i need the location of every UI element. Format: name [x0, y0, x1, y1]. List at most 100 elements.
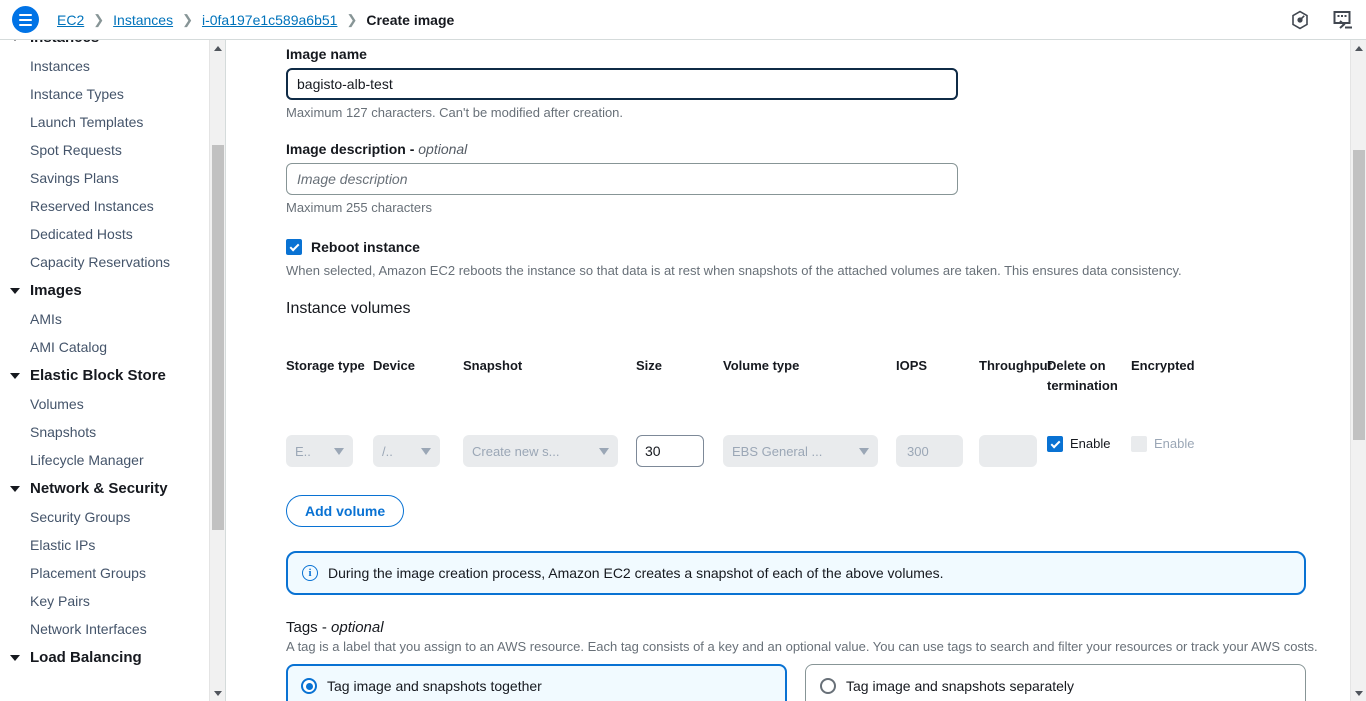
sidebar-section-label: Images — [30, 282, 82, 299]
main-scroll-up-arrow-icon[interactable] — [1351, 40, 1366, 56]
column-header-delete-on-termination: Delete on termination — [1047, 358, 1118, 393]
sidebar-item-volumes[interactable]: Volumes — [0, 390, 225, 418]
device-select[interactable]: /.. — [373, 435, 440, 467]
volume-size-input[interactable] — [636, 435, 704, 467]
sidebar-scroll-down-arrow-icon[interactable] — [210, 685, 225, 701]
sidebar-item-elastic-ips[interactable]: Elastic IPs — [0, 531, 225, 559]
sidebar-item-security-groups[interactable]: Security Groups — [0, 503, 225, 531]
caret-down-icon — [10, 485, 20, 492]
sidebar-item-instance-types[interactable]: Instance Types — [0, 80, 225, 108]
reboot-instance-checkbox[interactable] — [286, 239, 302, 255]
sidebar-section-elastic-block-store[interactable]: Elastic Block Store — [0, 361, 225, 390]
main-scroll-down-arrow-icon[interactable] — [1351, 685, 1366, 701]
delete-on-termination-cell[interactable]: Enable — [1047, 435, 1131, 452]
device-value: /.. — [382, 443, 393, 459]
sidebar-section-network-security[interactable]: Network & Security — [0, 474, 225, 503]
instance-volumes-table: Storage type Device Snapshot Size Volume… — [286, 356, 1316, 467]
column-header-volume-type: Volume type — [723, 358, 800, 373]
sidebar-item-instances[interactable]: Instances — [0, 52, 225, 80]
hamburger-bar — [19, 13, 32, 16]
tag-separately-option[interactable]: Tag image and snapshots separately Tag t… — [805, 664, 1306, 701]
info-alert-banner: i During the image creation process, Ama… — [286, 551, 1306, 595]
caret-down-icon — [10, 287, 20, 294]
sidebar-navigation: InstancesInstancesInstance TypesLaunch T… — [0, 40, 226, 701]
snapshot-select[interactable]: Create new s... — [463, 435, 618, 467]
column-header-snapshot: Snapshot — [463, 358, 523, 373]
chevron-down-icon — [599, 447, 609, 455]
sidebar-item-ami-catalog[interactable]: AMI Catalog — [0, 333, 225, 361]
sidebar-item-dedicated-hosts[interactable]: Dedicated Hosts — [0, 220, 225, 248]
image-name-input[interactable] — [286, 68, 958, 100]
tags-option-tiles: Tag image and snapshots together Tag the… — [286, 664, 1350, 701]
volume-type-select[interactable]: EBS General ... — [723, 435, 878, 467]
iops-value: 300 — [907, 443, 929, 459]
hamburger-menu-icon[interactable] — [12, 6, 39, 33]
sidebar-item-placement-groups[interactable]: Placement Groups — [0, 559, 225, 587]
tag-together-option[interactable]: Tag image and snapshots together Tag the… — [286, 664, 787, 701]
breadcrumb-item-ec2[interactable]: EC2 — [57, 12, 84, 28]
main-scrollbar[interactable] — [1350, 40, 1366, 701]
sidebar-scroll-up-arrow-icon[interactable] — [210, 40, 225, 56]
image-description-input[interactable] — [286, 163, 958, 195]
breadcrumb-separator-icon: ❯ — [182, 11, 193, 27]
image-name-label: Image name — [286, 46, 367, 62]
reboot-instance-group: Reboot instance When selected, Amazon EC… — [286, 238, 1350, 278]
reboot-instance-checkbox-row[interactable]: Reboot instance — [286, 238, 1350, 256]
sidebar-scrollbar[interactable] — [209, 40, 225, 701]
sidebar-section-images[interactable]: Images — [0, 276, 225, 305]
chevron-down-icon — [421, 447, 431, 455]
image-description-hint: Maximum 255 characters — [286, 200, 432, 215]
caret-down-icon — [10, 654, 20, 661]
sidebar-section-load-balancing[interactable]: Load Balancing — [0, 643, 225, 672]
cloudshell-icon[interactable] — [1290, 10, 1310, 30]
reboot-instance-description: When selected, Amazon EC2 reboots the in… — [286, 263, 1182, 278]
sidebar-scrollbar-thumb[interactable] — [212, 145, 224, 530]
sidebar-item-launch-templates[interactable]: Launch Templates — [0, 108, 225, 136]
sidebar-item-network-interfaces[interactable]: Network Interfaces — [0, 615, 225, 643]
add-volume-button[interactable]: Add volume — [286, 495, 405, 527]
sidebar-item-capacity-reservations[interactable]: Capacity Reservations — [0, 248, 225, 276]
instance-volumes-section: Instance volumes Storage type Device Sna… — [286, 300, 1350, 595]
sidebar-item-amis[interactable]: AMIs — [0, 305, 225, 333]
encrypted-label: Enable — [1154, 436, 1195, 451]
main-scrollbar-thumb[interactable] — [1353, 150, 1365, 440]
sidebar-section-instances[interactable]: Instances — [0, 40, 225, 52]
breadcrumb-item-create-image: Create image — [366, 11, 455, 28]
tags-section: Tags - optional A tag is a label that yo… — [286, 619, 1350, 701]
caret-down-icon — [10, 40, 20, 41]
delete-on-termination-label: Enable — [1070, 436, 1111, 451]
column-header-size: Size — [636, 358, 663, 373]
breadcrumb-item-instance-id[interactable]: i-0fa197e1c589a6b51 — [202, 12, 337, 28]
breadcrumb: EC2 ❯ Instances ❯ i-0fa197e1c589a6b51 ❯ … — [57, 12, 454, 28]
caret-down-icon — [10, 372, 20, 379]
sidebar-item-lifecycle-manager[interactable]: Lifecycle Manager — [0, 446, 225, 474]
tags-optional-tag: optional — [331, 619, 384, 636]
tag-separately-radio[interactable] — [820, 678, 836, 694]
volume-type-value: EBS General ... — [732, 443, 823, 459]
sidebar-item-savings-plans[interactable]: Savings Plans — [0, 164, 225, 192]
tag-together-radio[interactable] — [301, 678, 317, 694]
sidebar-section-label: Load Balancing — [30, 649, 142, 666]
tag-separately-title: Tag image and snapshots separately — [846, 678, 1075, 694]
image-description-label: Image description - optional — [286, 141, 1350, 157]
info-alert-text: During the image creation process, Amazo… — [328, 565, 944, 581]
top-navigation-bar: EC2 ❯ Instances ❯ i-0fa197e1c589a6b51 ❯ … — [0, 0, 1366, 40]
storage-type-select[interactable]: E.. — [286, 435, 353, 467]
sidebar-item-snapshots[interactable]: Snapshots — [0, 418, 225, 446]
tags-label: Tags - optional — [286, 619, 1350, 636]
sidebar-item-reserved-instances[interactable]: Reserved Instances — [0, 192, 225, 220]
column-header-iops: IOPS — [896, 358, 928, 373]
reboot-instance-label: Reboot instance — [311, 239, 420, 255]
console-terminal-icon[interactable] — [1332, 10, 1354, 30]
hamburger-bar — [19, 23, 32, 26]
sidebar-item-key-pairs[interactable]: Key Pairs — [0, 587, 225, 615]
instance-volumes-heading: Instance volumes — [286, 300, 411, 317]
tags-description: A tag is a label that you assign to an A… — [286, 639, 1318, 654]
sidebar-item-spot-requests[interactable]: Spot Requests — [0, 136, 225, 164]
storage-type-value: E.. — [295, 443, 311, 459]
encrypted-cell: Enable — [1131, 435, 1203, 452]
breadcrumb-item-instances[interactable]: Instances — [113, 12, 173, 28]
image-description-optional-tag: optional — [418, 141, 468, 157]
throughput-input — [979, 435, 1037, 467]
delete-on-termination-checkbox[interactable] — [1047, 436, 1063, 452]
